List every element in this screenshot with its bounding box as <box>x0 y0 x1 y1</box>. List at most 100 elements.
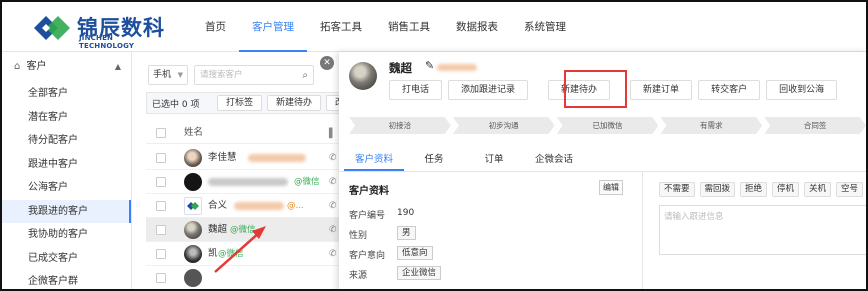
avatar <box>184 269 202 287</box>
customer-list-panel: 手机 ▼ 请搜索客户 ⌕ 已选中 0 项 打标签 新建待办 改 姓名 ▌ 李佳慧… <box>133 52 386 289</box>
redacted-info <box>437 64 477 71</box>
search-icon[interactable]: ⌕ <box>302 67 308 85</box>
row-checkbox[interactable] <box>156 201 166 211</box>
search-placeholder: 请搜索客户 <box>200 70 243 80</box>
wechat-tag: @... <box>287 201 304 211</box>
avatar <box>349 62 377 90</box>
edit-icon[interactable]: ✎ <box>425 59 434 72</box>
top-bar: 锦辰数科 JINCHEN TECHNOLOGY 首页 客户管理 拓客工具 销售工… <box>2 2 866 52</box>
company-logo-avatar <box>184 197 202 215</box>
nav-sales-tools[interactable]: 销售工具 <box>375 2 443 52</box>
sidebar-item-unassigned[interactable]: 待分配客户 <box>2 129 131 153</box>
search-type-select[interactable]: 手机 ▼ <box>148 65 188 85</box>
call-button[interactable]: 打电话 <box>389 80 443 100</box>
sales-stage-bar: 初接洽 初步沟通 已加微信 有需求 合同签 <box>349 117 866 134</box>
field-value: 190 <box>397 208 415 218</box>
search-input[interactable]: 请搜索客户 ⌕ <box>194 65 314 85</box>
sidebar-item-closed[interactable]: 已成交客户 <box>2 247 131 271</box>
edit-profile-button[interactable]: 编辑 <box>599 180 623 195</box>
chevron-down-icon: ▼ <box>177 71 183 79</box>
quick-tag[interactable]: 停机 <box>772 182 799 197</box>
sidebar-item-following[interactable]: 跟进中客户 <box>2 153 131 177</box>
chevron-up-icon: ▲ <box>114 62 121 71</box>
tab-profile[interactable]: 客户资料 <box>344 150 404 171</box>
logo-mark-icon <box>34 16 70 40</box>
field-label: 客户编号 <box>349 211 386 221</box>
phone-icon[interactable]: ✆ <box>329 146 337 170</box>
sidebar-item-wecom-groups[interactable]: 企微客户群 <box>2 270 131 289</box>
sidebar-section-label: 客户 <box>26 61 47 72</box>
nav-system[interactable]: 系统管理 <box>511 2 579 52</box>
column-phone-header: ▌ <box>329 129 336 139</box>
main-nav: 首页 客户管理 拓客工具 销售工具 数据报表 系统管理 <box>192 2 579 52</box>
sidebar-item-public-pool[interactable]: 公海客户 <box>2 176 131 200</box>
phone-icon[interactable]: ✆ <box>329 194 337 218</box>
row-checkbox[interactable] <box>156 249 166 259</box>
stage-item[interactable]: 有需求 <box>660 117 763 134</box>
followup-textarea[interactable]: 请输入跟进信息 <box>659 205 866 255</box>
new-order-button[interactable]: 新建订单 <box>630 80 693 100</box>
new-todo-button[interactable]: 新建待办 <box>267 95 322 111</box>
followup-placeholder: 请输入跟进信息 <box>664 212 724 222</box>
field-value: 低意向 <box>397 246 433 260</box>
customer-name: 凯 <box>208 248 218 259</box>
home-icon: ⌂ <box>14 61 21 72</box>
stage-item[interactable]: 已加微信 <box>556 117 659 134</box>
field-label: 来源 <box>349 271 368 281</box>
customer-detail-panel: 魏超 ✎ 打电话 添加跟进记录 新建待办 新建订单 转交客户 回收到公海 初接洽… <box>339 52 866 291</box>
quick-tag[interactable]: 空号 <box>836 182 863 197</box>
row-checkbox[interactable] <box>156 273 166 283</box>
quick-tag[interactable]: 不需要 <box>659 182 695 197</box>
logo-mark-icon <box>187 202 199 210</box>
nav-reports[interactable]: 数据报表 <box>443 2 511 52</box>
nav-prospecting[interactable]: 拓客工具 <box>307 2 375 52</box>
wechat-tag: @微信 <box>294 177 320 187</box>
return-to-pool-button[interactable]: 回收到公海 <box>766 80 838 100</box>
stage-item[interactable]: 合同签 <box>764 117 866 134</box>
nav-customers[interactable]: 客户管理 <box>239 2 307 52</box>
tag-button[interactable]: 打标签 <box>217 95 263 111</box>
select-all-checkbox[interactable] <box>156 128 166 138</box>
tab-orders[interactable]: 订单 <box>464 150 524 171</box>
field-label: 性别 <box>349 231 368 241</box>
sidebar-item-potential[interactable]: 潜在客户 <box>2 106 131 130</box>
avatar <box>184 149 202 167</box>
sidebar-item-my-following[interactable]: 我跟进的客户 <box>2 199 131 223</box>
sidebar: ⌂ 客户 ▲ 全部客户 潜在客户 待分配客户 跟进中客户 公海客户 我跟进的客户… <box>2 52 132 289</box>
tab-wecom-chat[interactable]: 企微会话 <box>524 150 584 171</box>
quick-tag[interactable]: 关机 <box>804 182 831 197</box>
redacted-info <box>248 154 306 162</box>
stage-item[interactable]: 初步沟通 <box>452 117 555 134</box>
tab-tasks[interactable]: 任务 <box>404 150 464 171</box>
transfer-customer-button[interactable]: 转交客户 <box>698 80 761 100</box>
sidebar-item-all[interactable]: 全部客户 <box>2 82 131 106</box>
customer-name: 魏超 <box>208 224 228 235</box>
sidebar-item-my-assisting[interactable]: 我协助的客户 <box>2 223 131 247</box>
add-followup-button[interactable]: 添加跟进记录 <box>448 80 529 100</box>
filter-row: 手机 ▼ 请搜索客户 ⌕ <box>148 65 314 87</box>
section-title: 客户资料 <box>349 186 389 197</box>
stage-item[interactable]: 初接洽 <box>349 117 451 134</box>
quick-tag[interactable]: 需回拨 <box>699 182 735 197</box>
sidebar-section-customers[interactable]: ⌂ 客户 ▲ <box>2 52 131 82</box>
field-label: ▬ <box>349 286 358 291</box>
selected-count: 已选中 0 项 <box>152 99 200 110</box>
phone-icon[interactable]: ✆ <box>329 218 337 242</box>
customer-name-title: 魏超 <box>389 61 412 75</box>
app-window: 锦辰数科 JINCHEN TECHNOLOGY 首页 客户管理 拓客工具 销售工… <box>0 0 868 291</box>
avatar <box>184 221 202 239</box>
nav-home[interactable]: 首页 <box>192 2 239 52</box>
wechat-tag: @微信 <box>218 249 244 259</box>
wechat-tag: @微信 <box>230 225 256 235</box>
search-type-value: 手机 <box>153 70 172 80</box>
phone-icon[interactable]: ✆ <box>329 170 337 194</box>
row-checkbox[interactable] <box>156 177 166 187</box>
field-value: 企业微信 <box>397 266 442 280</box>
quick-tag[interactable]: 拒绝 <box>740 182 767 197</box>
close-icon[interactable]: ✕ <box>320 56 334 70</box>
row-checkbox[interactable] <box>156 153 166 163</box>
quick-tags: 不需要 需回拨 拒绝 停机 关机 空号 <box>659 182 866 197</box>
phone-icon[interactable]: ✆ <box>329 242 337 266</box>
row-checkbox[interactable] <box>156 225 166 235</box>
profile-section: 客户资料 编辑 客户编号 190 性别 男 客户意向 低意向 来源 企业微信 ▬ <box>349 178 624 291</box>
